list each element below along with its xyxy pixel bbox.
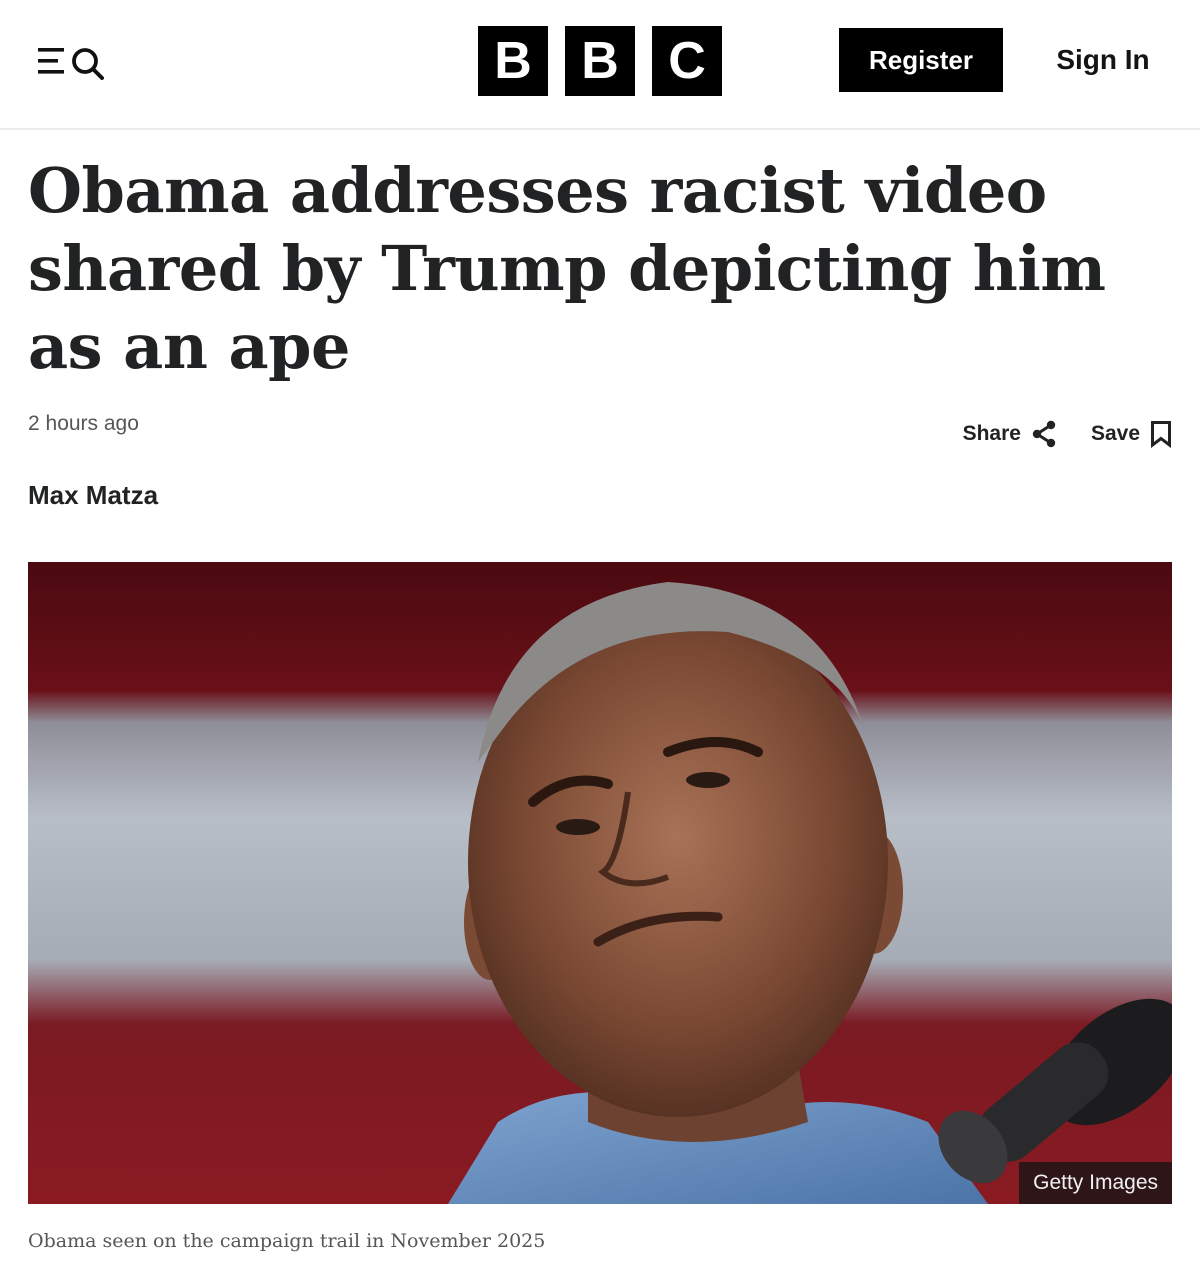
bbc-logo[interactable]: B B C — [478, 26, 722, 96]
save-button[interactable]: Save — [1091, 420, 1172, 448]
share-button[interactable]: Share — [963, 420, 1057, 448]
article-actions: Share Save — [963, 420, 1172, 448]
author-byline: Max Matza — [28, 480, 159, 510]
bookmark-icon — [1151, 421, 1171, 448]
image-credit: Getty Images — [1019, 1162, 1172, 1204]
menu-search-button[interactable] — [36, 42, 108, 82]
image-caption: Obama seen on the campaign trail in Nove… — [28, 1230, 546, 1252]
share-label: Share — [962, 422, 1021, 445]
sign-in-link[interactable]: Sign In — [1040, 28, 1166, 92]
search-icon — [72, 48, 104, 80]
hero-photo — [28, 562, 1172, 1204]
share-icon — [1032, 420, 1056, 448]
menu-search-icon — [38, 48, 104, 80]
register-button[interactable]: Register — [839, 28, 1003, 92]
hero-image: Getty Images — [28, 562, 1172, 1204]
menu-icon — [38, 48, 64, 74]
site-header: B B C Register Sign In — [0, 0, 1200, 130]
article-headline: Obama addresses racist video shared by T… — [28, 154, 1106, 383]
timestamp: 2 hours ago — [28, 412, 139, 435]
logo-block-b1: B — [478, 26, 548, 96]
logo-block-b2: B — [565, 26, 635, 96]
logo-block-c: C — [652, 26, 722, 96]
save-label: Save — [1090, 422, 1140, 445]
